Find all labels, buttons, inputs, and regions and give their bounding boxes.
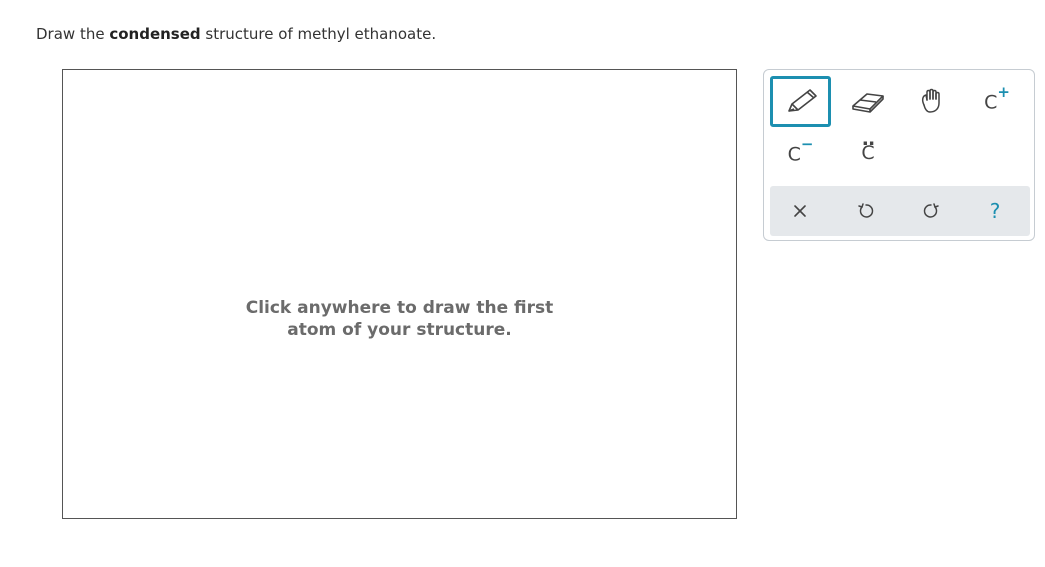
- help-icon: ?: [989, 199, 1001, 223]
- undo-button[interactable]: [838, 186, 894, 236]
- question-suffix: structure of methyl ethanoate.: [200, 25, 437, 43]
- clear-button[interactable]: [772, 186, 828, 236]
- lone-pair-tool[interactable]: ‥ C: [840, 127, 896, 176]
- redo-button[interactable]: [903, 186, 959, 236]
- drawing-canvas[interactable]: Click anywhere to draw the first atom of…: [62, 69, 737, 519]
- close-icon: [792, 203, 808, 219]
- pencil-tool[interactable]: [770, 76, 831, 127]
- question-prompt: Draw the condensed structure of methyl e…: [36, 25, 436, 43]
- drawing-toolbar: C+ C− ‥ C ?: [763, 69, 1035, 241]
- undo-icon: [857, 202, 875, 220]
- canvas-hint-line1: Click anywhere to draw the first: [245, 298, 554, 318]
- canvas-hint-line2: atom of your structure.: [287, 320, 512, 340]
- help-button[interactable]: ?: [967, 186, 1023, 236]
- eraser-tool[interactable]: [840, 78, 896, 124]
- positive-charge-tool[interactable]: C+: [969, 78, 1025, 124]
- positive-charge-icon: C+: [984, 83, 1010, 114]
- redo-icon: [922, 202, 940, 220]
- pencil-icon: [783, 87, 819, 117]
- eraser-icon: [849, 88, 887, 114]
- lone-pair-dots: ‥: [862, 127, 875, 150]
- action-bar: ?: [770, 186, 1030, 236]
- negative-charge-tool[interactable]: C−: [770, 130, 831, 176]
- lone-pair-icon: ‥ C: [861, 127, 875, 164]
- question-prefix: Draw the: [36, 25, 110, 43]
- canvas-hint: Click anywhere to draw the first atom of…: [63, 297, 736, 341]
- negative-charge-icon: C−: [787, 135, 814, 166]
- move-tool[interactable]: [905, 78, 961, 124]
- hand-icon: [918, 87, 948, 115]
- question-bold: condensed: [109, 25, 201, 43]
